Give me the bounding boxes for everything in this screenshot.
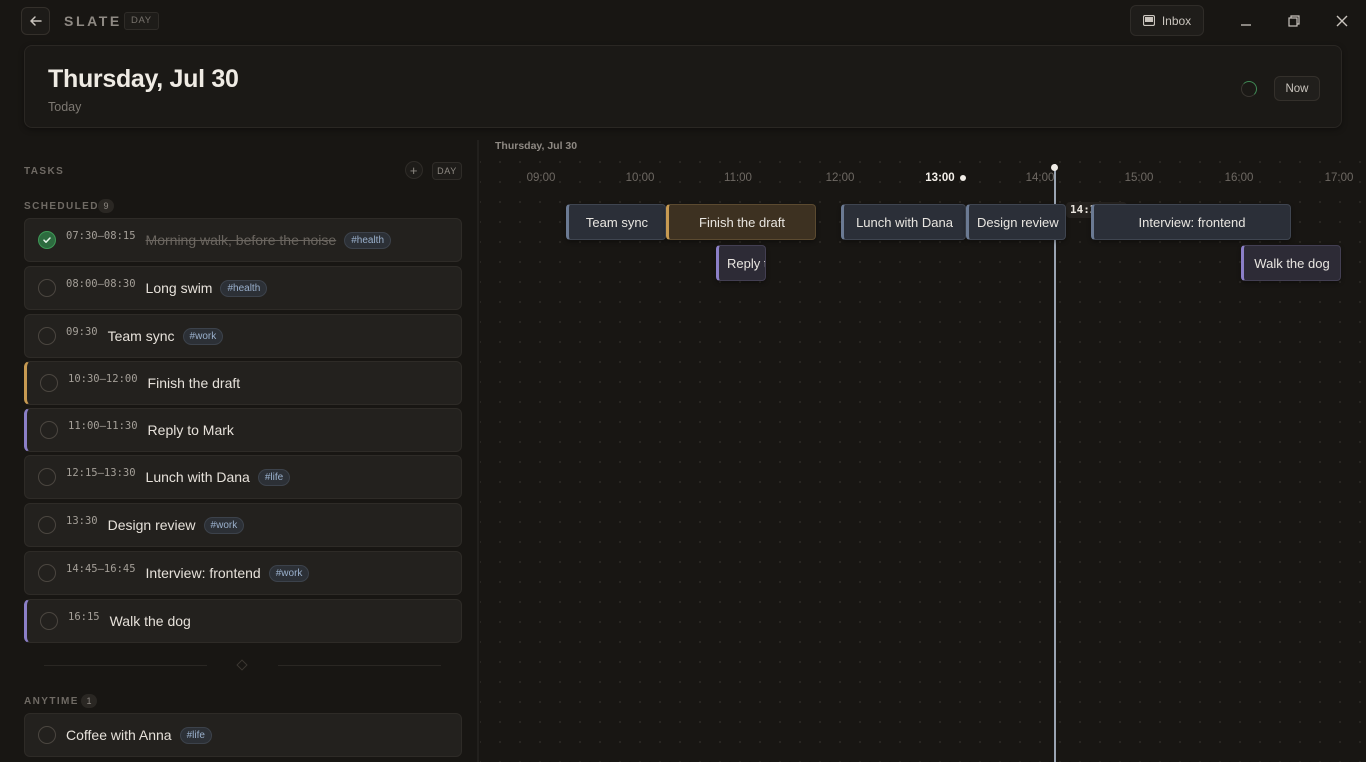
hour-label: 15:00 (1124, 172, 1154, 184)
timeline-event[interactable]: Reply to Mark (716, 245, 766, 281)
timeline-event[interactable]: Design review (966, 204, 1066, 240)
task-tag[interactable]: #work (182, 327, 224, 345)
divider (44, 665, 207, 666)
tasks-heading: TASKS (24, 166, 65, 177)
task-row[interactable]: 09:30 Team sync #work (24, 314, 462, 358)
task-time: 07:30–08:15 (66, 230, 136, 242)
task-tag[interactable]: #life (179, 726, 212, 744)
inbox-button[interactable]: Inbox (1130, 5, 1204, 36)
diamond-icon (236, 659, 248, 671)
scheduled-heading: SCHEDULED (24, 201, 99, 212)
task-row[interactable]: 08:00–08:30 Long swim #health (24, 266, 462, 310)
task-row[interactable]: 10:30–12:00 Finish the draft (24, 361, 462, 405)
now-indicator-knob[interactable] (1051, 164, 1058, 171)
task-title: Finish the draft (147, 375, 241, 391)
hour-label: 13:00 (925, 172, 955, 184)
date-subtitle: Today (48, 100, 82, 114)
task-time: 09:30 (66, 326, 98, 338)
checkbox-circle-icon[interactable] (40, 612, 58, 630)
divider (278, 665, 441, 666)
hour-label: 10:00 (625, 172, 655, 184)
maximize-button[interactable] (1283, 10, 1305, 32)
timeline-event[interactable]: Team sync (566, 204, 666, 240)
task-title: Walk the dog (109, 613, 191, 629)
inbox-icon (1142, 15, 1155, 26)
timeline-event[interactable]: Finish the draft (666, 204, 816, 240)
anytime-heading: ANYTIME (24, 696, 79, 707)
checkbox-circle-icon[interactable] (40, 421, 58, 439)
page-title: Thursday, Jul 30 (48, 65, 239, 93)
task-time: 14:45–16:45 (66, 563, 136, 575)
timeline-grid[interactable] (480, 160, 1366, 762)
app-name: SLATE (64, 13, 122, 29)
task-row[interactable]: 14:45–16:45 Interview: frontend #work (24, 551, 462, 595)
current-hour-dot-icon (960, 175, 966, 181)
task-tag[interactable]: #life (257, 468, 291, 486)
task-row[interactable]: 12:15–13:30 Lunch with Dana #life (24, 455, 462, 499)
hour-label: 09:00 (526, 172, 556, 184)
anytime-count: 1 (81, 694, 97, 708)
task-tag[interactable]: #health (220, 279, 268, 297)
checkbox-circle-icon[interactable] (38, 279, 56, 297)
task-title: Reply to Mark (147, 422, 234, 438)
task-time: 13:30 (66, 515, 98, 527)
hour-label: 11:00 (724, 172, 752, 184)
task-row[interactable]: 07:30–08:15 Morning walk, before the nois… (24, 218, 462, 262)
task-title: Coffee with Anna (66, 727, 172, 743)
restore-icon (1288, 15, 1300, 27)
checkbox-circle-icon[interactable] (38, 468, 56, 486)
task-tag[interactable]: #work (203, 516, 245, 534)
task-row[interactable]: 11:00–11:30 Reply to Mark (24, 408, 462, 452)
timeline-event[interactable]: Walk the dog (1241, 245, 1341, 281)
checkbox-circle-icon[interactable] (40, 374, 58, 392)
checkbox-circle-icon[interactable] (38, 516, 56, 534)
task-tag[interactable]: #work (268, 564, 310, 582)
hour-label: 12:00 (825, 172, 855, 184)
checked-circle-icon[interactable] (38, 231, 56, 249)
checkbox-circle-icon[interactable] (38, 327, 56, 345)
arrow-left-icon (29, 16, 42, 26)
task-title: Lunch with Dana (145, 469, 250, 485)
panel-divider (477, 140, 479, 762)
minimize-button[interactable] (1235, 10, 1257, 32)
inbox-label: Inbox (1161, 13, 1192, 28)
day-filter-button[interactable]: DAY (432, 162, 462, 180)
hour-label: 16:00 (1224, 172, 1254, 184)
close-button[interactable] (1331, 10, 1353, 32)
task-time: 08:00–08:30 (66, 278, 136, 290)
task-title: Morning walk, before the noise (145, 232, 337, 248)
checkbox-circle-icon[interactable] (38, 726, 56, 744)
task-time: 10:30–12:00 (68, 373, 138, 385)
sync-spinner-icon (1241, 81, 1257, 97)
task-tag[interactable]: #health (344, 231, 392, 249)
task-row[interactable]: 16:15 Walk the dog (24, 599, 462, 643)
task-title: Design review (107, 517, 196, 533)
task-title: Long swim (145, 280, 213, 296)
now-button[interactable]: Now (1274, 76, 1320, 101)
checkbox-circle-icon[interactable] (38, 564, 56, 582)
hour-label: 14:00 (1025, 172, 1055, 184)
now-indicator (1054, 164, 1056, 762)
task-time: 11:00–11:30 (68, 420, 138, 432)
minimize-icon (1241, 24, 1251, 26)
scheduled-count: 9 (98, 199, 114, 213)
date-header: Thursday, Jul 30 Today Now (24, 45, 1342, 128)
title-bar: SLATE DAY Inbox (0, 0, 1366, 42)
hour-label: 17:00 (1324, 172, 1354, 184)
close-icon (1336, 15, 1348, 27)
task-row[interactable]: 13:30 Design review #work (24, 503, 462, 547)
task-title: Interview: frontend (145, 565, 261, 581)
task-title: Team sync (107, 328, 175, 344)
task-time: 16:15 (68, 611, 100, 623)
timeline-event[interactable]: Lunch with Dana (841, 204, 966, 240)
task-row[interactable]: Coffee with Anna #life (24, 713, 462, 757)
timeline-date: Thursday, Jul 30 (495, 140, 578, 152)
add-task-button[interactable]: + (405, 161, 423, 179)
timeline-event[interactable]: Interview: frontend (1091, 204, 1291, 240)
back-button[interactable] (21, 7, 50, 35)
view-badge: DAY (124, 12, 159, 30)
task-time: 12:15–13:30 (66, 467, 136, 479)
